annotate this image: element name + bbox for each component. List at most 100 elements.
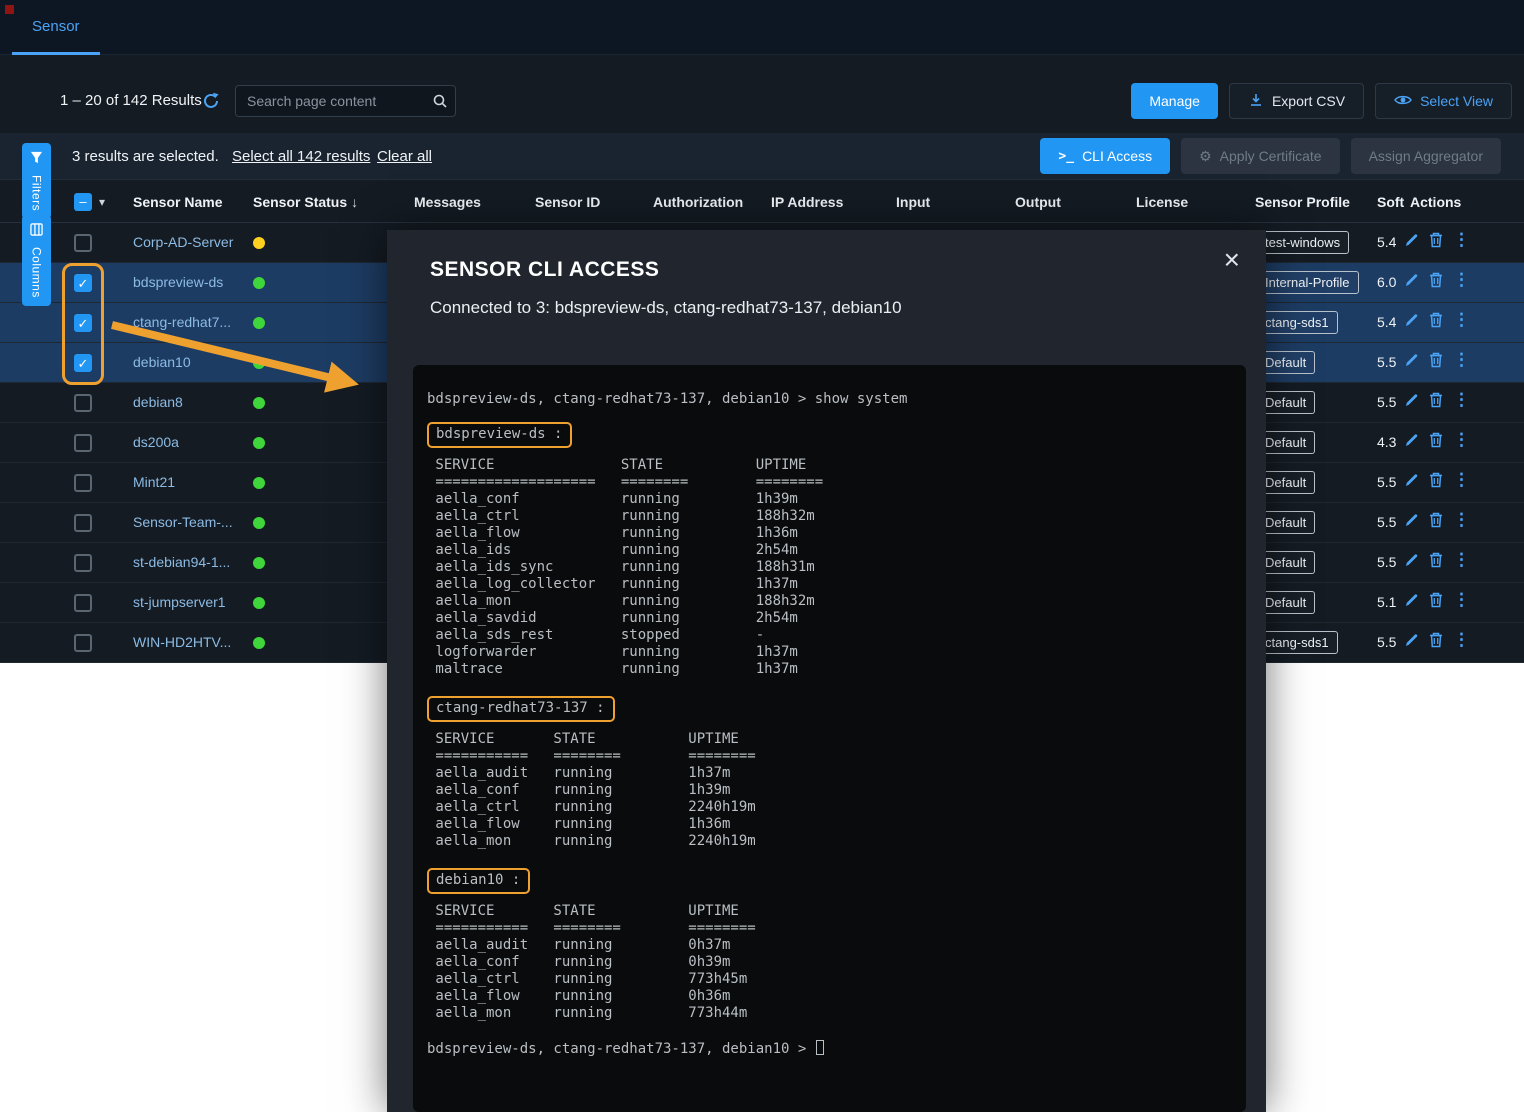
column-header-sensor-id[interactable]: Sensor ID [535,181,600,223]
sensor-name-link[interactable]: st-debian94-1... [133,554,230,570]
terminal[interactable]: bdspreview-ds, ctang-redhat73-137, debia… [413,365,1246,1112]
edit-pencil-icon[interactable] [1404,273,1419,288]
column-header-sensor-name[interactable]: Sensor Name [133,181,222,223]
sensor-name-link[interactable]: st-jumpserver1 [133,594,226,610]
row-checkbox[interactable] [74,394,92,412]
eye-icon [1394,93,1412,110]
row-checkbox[interactable] [74,434,92,452]
tab-sensor[interactable]: Sensor [12,0,100,55]
select-all-checkbox[interactable]: – [74,193,92,211]
close-icon[interactable]: × [1224,244,1240,276]
terminal-service-table: SERVICE STATE UPTIME =========== =======… [427,731,1230,850]
more-actions-kebab-icon[interactable]: ⋮ [1453,352,1470,368]
more-actions-kebab-icon[interactable]: ⋮ [1453,232,1470,248]
edit-pencil-icon[interactable] [1404,433,1419,448]
search-input[interactable] [235,85,456,117]
sensor-status-dot [253,437,265,449]
column-header-sensor-status[interactable]: Sensor Status↓ [253,181,358,223]
sensor-profile-chip[interactable]: Internal-Profile [1256,271,1359,294]
select-all-link[interactable]: Select all 142 results [232,133,370,180]
row-checkbox[interactable] [74,234,92,252]
more-actions-kebab-icon[interactable]: ⋮ [1453,392,1470,408]
sensor-name-link[interactable]: WIN-HD2HTV... [133,634,231,650]
manage-label: Manage [1149,93,1200,109]
sensor-profile-chip[interactable]: ctang-sds1 [1256,631,1338,654]
sensor-profile-chip[interactable]: test-windows [1256,231,1349,254]
edit-pencil-icon[interactable] [1404,353,1419,368]
delete-trash-icon[interactable] [1429,232,1443,248]
delete-trash-icon[interactable] [1429,632,1443,648]
column-header-sensor-profile[interactable]: Sensor Profile [1255,181,1350,223]
more-actions-kebab-icon[interactable]: ⋮ [1453,632,1470,648]
delete-trash-icon[interactable] [1429,512,1443,528]
column-header-input[interactable]: Input [896,181,930,223]
row-checkbox[interactable] [74,594,92,612]
sidebar-tab-filters[interactable]: Filters [22,143,51,219]
edit-pencil-icon[interactable] [1404,473,1419,488]
sensor-name-link[interactable]: Sensor-Team-... [133,514,233,530]
sensor-name-link[interactable]: debian10 [133,354,191,370]
row-checkbox[interactable] [74,554,92,572]
delete-trash-icon[interactable] [1429,432,1443,448]
row-checkbox[interactable]: ✓ [74,314,92,332]
column-header-actions[interactable]: Actions [1410,181,1461,223]
edit-pencil-icon[interactable] [1404,313,1419,328]
delete-trash-icon[interactable] [1429,552,1443,568]
more-actions-kebab-icon[interactable]: ⋮ [1453,312,1470,328]
delete-trash-icon[interactable] [1429,312,1443,328]
delete-trash-icon[interactable] [1429,272,1443,288]
column-header-license[interactable]: License [1136,181,1188,223]
row-checkbox[interactable] [74,634,92,652]
delete-trash-icon[interactable] [1429,392,1443,408]
column-header-authorization[interactable]: Authorization [653,181,743,223]
delete-trash-icon[interactable] [1429,472,1443,488]
edit-pencil-icon[interactable] [1404,513,1419,528]
terminal-icon: >_ [1058,149,1074,164]
edit-pencil-icon[interactable] [1404,633,1419,648]
delete-trash-icon[interactable] [1429,592,1443,608]
apply-certificate-button[interactable]: ⚙ Apply Certificate [1181,138,1340,174]
more-actions-kebab-icon[interactable]: ⋮ [1453,592,1470,608]
column-header-ip-address[interactable]: IP Address [771,181,843,223]
delete-trash-icon[interactable] [1429,352,1443,368]
sidebar-tab-columns[interactable]: Columns [22,215,51,306]
edit-pencil-icon[interactable] [1404,593,1419,608]
assign-aggregator-button[interactable]: Assign Aggregator [1351,138,1501,174]
more-actions-kebab-icon[interactable]: ⋮ [1453,432,1470,448]
sensor-name-link[interactable]: ctang-redhat7... [133,314,231,330]
column-header-messages[interactable]: Messages [414,181,481,223]
select-view-button[interactable]: Select View [1375,83,1512,119]
sensor-status-dot [253,397,265,409]
sensor-profile-chip[interactable]: ctang-sds1 [1256,311,1338,334]
column-header-soft[interactable]: Soft [1377,181,1404,223]
manage-button[interactable]: Manage [1131,83,1218,119]
more-actions-kebab-icon[interactable]: ⋮ [1453,512,1470,528]
sort-desc-icon[interactable]: ↓ [351,194,358,210]
sensor-status-dot [253,637,265,649]
more-actions-kebab-icon[interactable]: ⋮ [1453,552,1470,568]
column-header-output[interactable]: Output [1015,181,1061,223]
export-csv-button[interactable]: Export CSV [1229,83,1364,119]
sensor-name-link[interactable]: Corp-AD-Server [133,234,233,250]
edit-pencil-icon[interactable] [1404,233,1419,248]
checkbox-menu-caret-icon[interactable]: ▾ [99,181,105,223]
row-checkbox[interactable]: ✓ [74,274,92,292]
sensor-name-link[interactable]: debian8 [133,394,183,410]
row-checkbox[interactable]: ✓ [74,354,92,372]
edit-pencil-icon[interactable] [1404,553,1419,568]
clear-all-link[interactable]: Clear all [377,133,432,180]
sensor-name-link[interactable]: ds200a [133,434,179,450]
software-version: 5.5 [1377,554,1396,570]
edit-pencil-icon[interactable] [1404,393,1419,408]
export-csv-label: Export CSV [1272,93,1345,109]
row-checkbox[interactable] [74,514,92,532]
more-actions-kebab-icon[interactable]: ⋮ [1453,272,1470,288]
more-actions-kebab-icon[interactable]: ⋮ [1453,472,1470,488]
sensor-name-link[interactable]: Mint21 [133,474,175,490]
cli-access-button[interactable]: >_ CLI Access [1040,138,1170,174]
software-version: 4.3 [1377,434,1396,450]
row-checkbox[interactable] [74,474,92,492]
top-navbar: Sensor [0,0,1524,55]
sensor-name-link[interactable]: bdspreview-ds [133,274,223,290]
refresh-button[interactable] [202,92,220,115]
